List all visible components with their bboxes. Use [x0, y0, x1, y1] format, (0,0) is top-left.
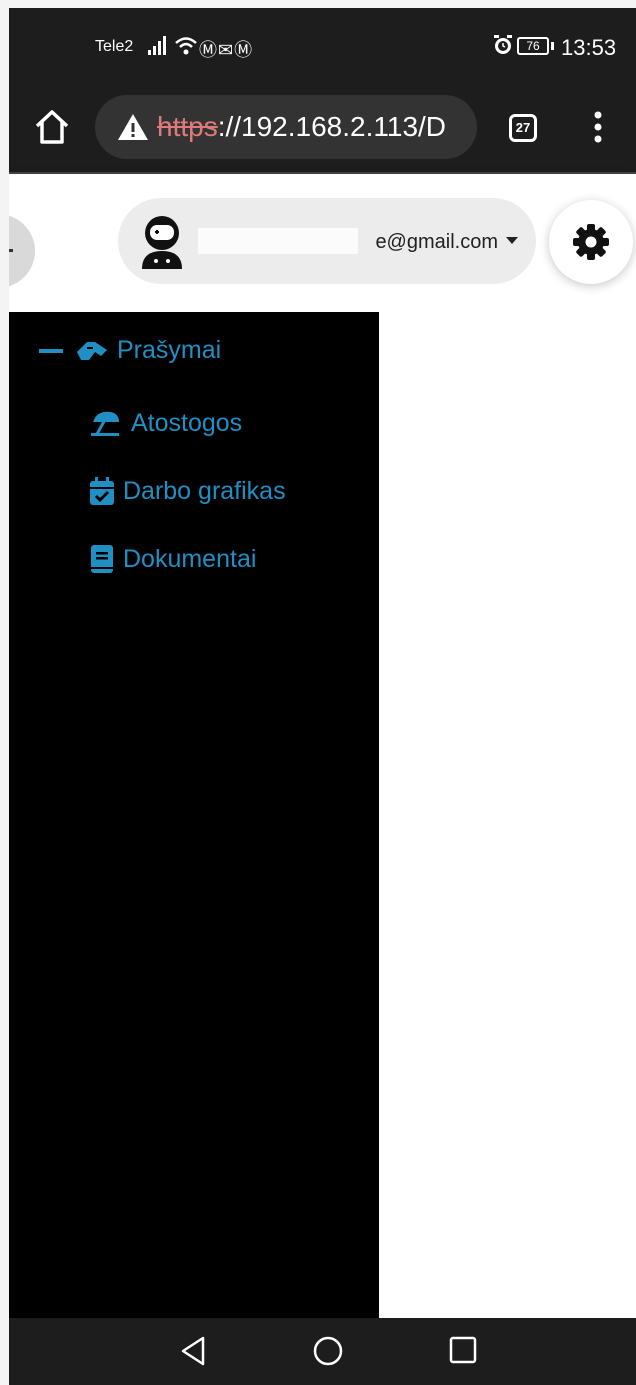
main-content	[379, 312, 636, 1318]
carrier-label: Tele2	[95, 38, 134, 55]
address-bar[interactable]: https://192.168.2.113/D	[95, 95, 477, 159]
sidebar-item-atostogos[interactable]: Atostogos	[89, 408, 242, 438]
url-scheme: https	[157, 111, 218, 142]
sidebar-item-label: Dokumentai	[123, 544, 257, 573]
wifi-icon	[175, 37, 197, 55]
alarm-icon	[494, 35, 512, 54]
sidebar-item-darbo-grafikas[interactable]: Darbo grafikas	[89, 476, 286, 506]
umbrella-beach-icon	[91, 411, 119, 436]
sidebar-item-label: Atostogos	[131, 408, 243, 437]
battery-indicator: 76	[517, 37, 549, 55]
phone-screen: Tele2 Ⓜ✉Ⓜ 76 13:53 https://192.168.2.113…	[9, 8, 636, 1385]
astronaut-avatar-icon	[142, 216, 182, 269]
calendar-check-icon	[90, 477, 114, 505]
back-icon[interactable]	[179, 1336, 207, 1366]
url-host: ://192.168.2.113/D	[217, 111, 447, 142]
gear-icon	[573, 224, 609, 260]
home-circle-icon[interactable]	[313, 1336, 343, 1366]
book-icon	[91, 545, 113, 573]
warning-icon	[118, 114, 148, 140]
recents-icon[interactable]	[449, 1336, 477, 1364]
browser-toolbar: https://192.168.2.113/D 27	[9, 86, 636, 174]
sidebar-item-label: Darbo grafikas	[123, 476, 286, 505]
tab-switcher-button[interactable]: 27	[509, 114, 537, 142]
system-nav-bar	[9, 1318, 636, 1385]
user-email: e@gmail.com	[375, 231, 498, 253]
menu-toggle-button[interactable]	[9, 214, 35, 288]
battery-nub	[551, 42, 554, 50]
more-options-icon[interactable]	[594, 110, 602, 144]
signal-icon	[148, 36, 166, 55]
handshake-icon	[77, 341, 107, 360]
sidebar-group-prasymai[interactable]: Prašymai	[39, 336, 221, 365]
collapse-minus-icon[interactable]	[39, 348, 63, 353]
user-menu-button[interactable]: e@gmail.com	[118, 198, 536, 284]
sidebar-item-dokumentai[interactable]: Dokumentai	[89, 544, 256, 574]
sidebar: Prašymai Atostogos Darbo grafikas Dokume…	[9, 312, 379, 1318]
settings-button[interactable]	[549, 200, 633, 284]
mail-notification-icons: Ⓜ✉Ⓜ	[199, 40, 254, 60]
home-icon[interactable]	[33, 108, 71, 146]
caret-down-icon	[506, 237, 518, 244]
app-header: e@gmail.com	[9, 174, 636, 312]
sidebar-group-label: Prašymai	[117, 336, 222, 364]
status-time: 13:53	[561, 35, 617, 60]
status-bar: Tele2 Ⓜ✉Ⓜ 76 13:53	[9, 8, 636, 86]
url-text[interactable]: https://192.168.2.113/D	[157, 111, 446, 143]
